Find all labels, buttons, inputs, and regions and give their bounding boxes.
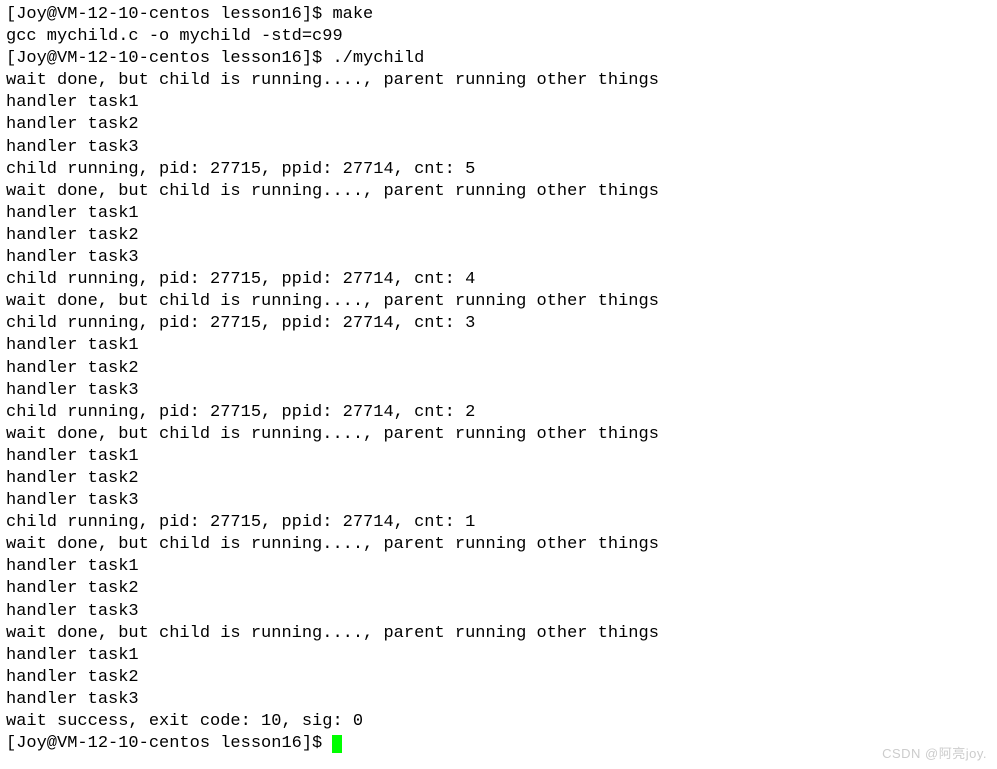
terminal-line: handler task1 bbox=[6, 645, 991, 667]
terminal-line: handler task3 bbox=[6, 490, 991, 512]
terminal-line: child running, pid: 27715, ppid: 27714, … bbox=[6, 402, 991, 424]
terminal-line: handler task3 bbox=[6, 601, 991, 623]
terminal-line: handler task1 bbox=[6, 92, 991, 114]
terminal-line: wait done, but child is running...., par… bbox=[6, 623, 991, 645]
terminal-line: handler task1 bbox=[6, 335, 991, 357]
terminal-line: handler task2 bbox=[6, 358, 991, 380]
terminal-line: handler task3 bbox=[6, 380, 991, 402]
terminal-line: wait success, exit code: 10, sig: 0 bbox=[6, 711, 991, 733]
terminal-line: [Joy@VM-12-10-centos lesson16]$ make bbox=[6, 4, 991, 26]
terminal-line: wait done, but child is running...., par… bbox=[6, 181, 991, 203]
terminal-line: child running, pid: 27715, ppid: 27714, … bbox=[6, 159, 991, 181]
cursor-icon bbox=[332, 735, 342, 753]
terminal-line: handler task3 bbox=[6, 689, 991, 711]
terminal-line: wait done, but child is running...., par… bbox=[6, 424, 991, 446]
terminal-line: wait done, but child is running...., par… bbox=[6, 291, 991, 313]
terminal-line: handler task2 bbox=[6, 578, 991, 600]
terminal-line: handler task3 bbox=[6, 137, 991, 159]
terminal-prompt: [Joy@VM-12-10-centos lesson16]$ bbox=[6, 734, 332, 753]
terminal-line: handler task1 bbox=[6, 203, 991, 225]
terminal-line: [Joy@VM-12-10-centos lesson16]$ ./mychil… bbox=[6, 48, 991, 70]
terminal-line: handler task1 bbox=[6, 446, 991, 468]
terminal-line: child running, pid: 27715, ppid: 27714, … bbox=[6, 512, 991, 534]
terminal-output[interactable]: [Joy@VM-12-10-centos lesson16]$ make gcc… bbox=[6, 4, 991, 755]
terminal-line: handler task3 bbox=[6, 247, 991, 269]
terminal-line: child running, pid: 27715, ppid: 27714, … bbox=[6, 269, 991, 291]
terminal-line: child running, pid: 27715, ppid: 27714, … bbox=[6, 313, 991, 335]
terminal-line: handler task2 bbox=[6, 225, 991, 247]
terminal-line: handler task2 bbox=[6, 667, 991, 689]
terminal-line: handler task2 bbox=[6, 114, 991, 136]
terminal-line: handler task2 bbox=[6, 468, 991, 490]
watermark: CSDN @阿亮joy. bbox=[882, 746, 987, 763]
terminal-line: gcc mychild.c -o mychild -std=c99 bbox=[6, 26, 991, 48]
terminal-prompt-line[interactable]: [Joy@VM-12-10-centos lesson16]$ bbox=[6, 733, 991, 755]
terminal-line: wait done, but child is running...., par… bbox=[6, 70, 991, 92]
terminal-line: wait done, but child is running...., par… bbox=[6, 534, 991, 556]
terminal-line: handler task1 bbox=[6, 556, 991, 578]
